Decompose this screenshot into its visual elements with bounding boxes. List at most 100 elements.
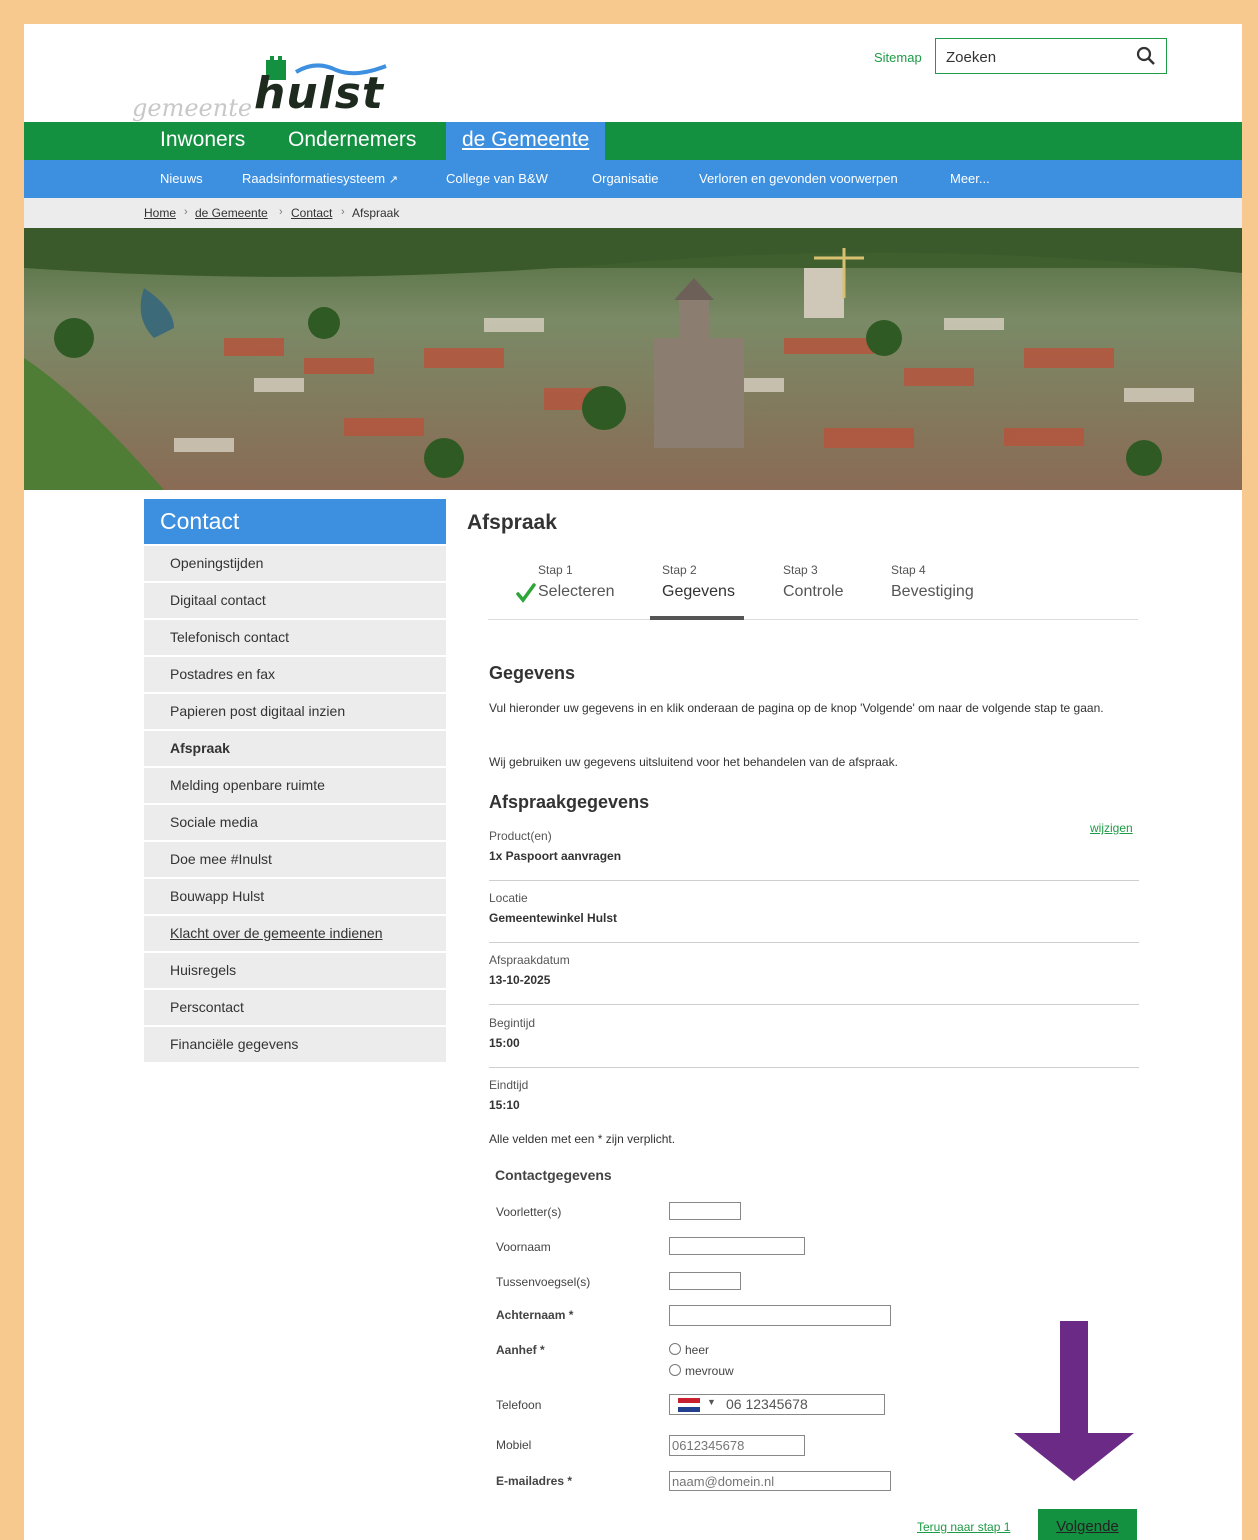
subnav-organisatie[interactable]: Organisatie — [592, 160, 658, 198]
breadcrumb-separator: › — [184, 206, 188, 218]
breadcrumb-home[interactable]: Home — [144, 206, 176, 220]
checkmark-icon — [516, 583, 536, 608]
flag-nl-icon[interactable] — [678, 1398, 700, 1412]
arrow-down-icon — [1014, 1321, 1134, 1481]
field-label: Product(en) — [489, 829, 552, 843]
breadcrumb-contact[interactable]: Contact — [291, 206, 332, 220]
page-title: Afspraak — [467, 511, 557, 534]
telefoon-placeholder: 06 12345678 — [726, 1396, 808, 1412]
nav-inwoners[interactable]: Inwoners — [160, 122, 245, 160]
sidebar-item-afspraak[interactable]: Afspraak — [144, 731, 446, 766]
nav-de-gemeente[interactable]: de Gemeente — [446, 122, 606, 160]
sitemap-link[interactable]: Sitemap — [874, 50, 922, 65]
field-end-time: Eindtijd 15:10 — [489, 1078, 1139, 1112]
field-location: Locatie Gemeentewinkel Hulst — [489, 891, 1139, 943]
divider — [489, 880, 1139, 881]
achternaam-input[interactable] — [669, 1305, 891, 1326]
external-link-icon: ↗ — [388, 174, 398, 186]
step-indicator: Stap 1 Selecteren Stap 2 Gegevens Stap 3… — [488, 563, 1138, 620]
voornaam-input[interactable] — [669, 1237, 805, 1255]
step-2: Stap 2 Gegevens — [662, 563, 735, 601]
sidebar: Contact Openingstijden Digitaal contact … — [144, 499, 446, 1062]
sidebar-item-telefonisch-contact[interactable]: Telefonisch contact — [144, 620, 446, 655]
appointment-title: Afspraakgegevens — [489, 792, 650, 812]
tussenvoegsel-input[interactable] — [669, 1272, 741, 1290]
aanhef-option-mevrouw[interactable]: mevrouw — [669, 1364, 734, 1378]
breadcrumb: Home › de Gemeente › Contact › Afspraak — [24, 198, 1242, 228]
logo-name: hulst — [254, 68, 384, 119]
sidebar-item-perscontact[interactable]: Perscontact — [144, 990, 446, 1025]
step-1-number: Stap 1 — [538, 563, 573, 577]
step-1[interactable]: Stap 1 Selecteren — [516, 563, 615, 603]
mobiel-input[interactable] — [669, 1435, 805, 1456]
step-3-label: Controle — [783, 583, 844, 600]
sidebar-item-papieren-post[interactable]: Papieren post digitaal inzien — [144, 694, 446, 729]
field-label: Afspraakdatum — [489, 953, 570, 967]
sidebar-item-bouwapp[interactable]: Bouwapp Hulst — [144, 879, 446, 914]
sidebar-item-postadres[interactable]: Postadres en fax — [144, 657, 446, 692]
sidebar-item-klacht[interactable]: Klacht over de gemeente indienen — [144, 916, 446, 951]
field-value: 15:10 — [489, 1098, 520, 1112]
field-value: 13-10-2025 — [489, 973, 551, 987]
divider — [489, 1067, 1139, 1068]
subnav-nieuws[interactable]: Nieuws — [160, 160, 203, 198]
subnav-meer[interactable]: Meer... — [950, 160, 990, 198]
sidebar-item-melding[interactable]: Melding openbare ruimte — [144, 768, 446, 803]
divider — [489, 1004, 1139, 1005]
subnav-college[interactable]: College van B&W — [446, 160, 548, 198]
tussenvoegsel-label: Tussenvoegsel(s) — [496, 1275, 591, 1289]
search-icon[interactable] — [1136, 46, 1156, 71]
step-1-label: Selecteren — [538, 583, 615, 600]
banner-image — [24, 228, 1242, 490]
field-label: Locatie — [489, 891, 528, 905]
logo[interactable]: gemeente hulst — [132, 52, 392, 122]
step-4-label: Bevestiging — [891, 583, 974, 600]
step-4-number: Stap 4 — [891, 563, 926, 577]
privacy-text: Wij gebruiken uw gegevens uitsluitend vo… — [489, 755, 898, 769]
sidebar-item-doe-mee[interactable]: Doe mee #Inulst — [144, 842, 446, 877]
achternaam-label: Achternaam * — [496, 1308, 574, 1322]
sidebar-item-openingstijden[interactable]: Openingstijden — [144, 546, 446, 581]
search-input[interactable] — [944, 48, 1128, 67]
sub-nav: Nieuws Raadsinformatiesysteem ↗ College … — [24, 160, 1242, 198]
sidebar-item-sociale-media[interactable]: Sociale media — [144, 805, 446, 840]
back-link[interactable]: Terug naar stap 1 — [917, 1520, 1010, 1534]
required-note: Alle velden met een * zijn verplicht. — [489, 1132, 676, 1146]
step-3: Stap 3 Controle — [783, 563, 843, 601]
radio-label: mevrouw — [685, 1364, 734, 1378]
main-nav: Inwoners Ondernemers de Gemeente — [24, 122, 1242, 160]
active-step-indicator — [650, 616, 744, 620]
voornaam-label: Voornaam — [496, 1240, 551, 1254]
field-products: Product(en) 1x Paspoort aanvragen — [489, 829, 1139, 881]
subnav-raadsinformatiesysteem[interactable]: Raadsinformatiesysteem ↗ — [242, 160, 398, 199]
step-4: Stap 4 Bevestiging — [891, 563, 974, 601]
sidebar-item-huisregels[interactable]: Huisregels — [144, 953, 446, 988]
breadcrumb-de-gemeente[interactable]: de Gemeente — [195, 206, 268, 220]
contact-title: Contactgegevens — [495, 1167, 612, 1183]
telefoon-input[interactable]: ▼ 06 12345678 — [669, 1394, 885, 1415]
field-date: Afspraakdatum 13-10-2025 — [489, 953, 1139, 1005]
field-value: 15:00 — [489, 1036, 520, 1050]
sidebar-item-digitaal-contact[interactable]: Digitaal contact — [144, 583, 446, 618]
aanhef-label: Aanhef * — [496, 1343, 545, 1357]
field-start-time: Begintijd 15:00 — [489, 1016, 1139, 1068]
radio-icon — [669, 1364, 681, 1376]
radio-label: heer — [685, 1343, 710, 1357]
sidebar-item-financiele-gegevens[interactable]: Financiële gegevens — [144, 1027, 446, 1062]
breadcrumb-current: Afspraak — [352, 206, 400, 220]
next-button[interactable]: Volgende — [1038, 1509, 1137, 1540]
nav-ondernemers[interactable]: Ondernemers — [288, 122, 416, 160]
voorletters-input[interactable] — [669, 1202, 741, 1220]
subnav-raadsinformatiesysteem-label: Raadsinformatiesysteem — [242, 171, 386, 186]
telefoon-label: Telefoon — [496, 1398, 542, 1412]
logo-prefix: gemeente — [132, 94, 253, 122]
aanhef-option-heer[interactable]: heer — [669, 1343, 709, 1357]
field-value: Gemeentewinkel Hulst — [489, 911, 618, 925]
sidebar-title: Contact — [144, 499, 446, 544]
search-box — [935, 38, 1167, 74]
email-input[interactable] — [669, 1471, 891, 1491]
chevron-down-icon[interactable]: ▼ — [707, 1397, 716, 1407]
subnav-verloren-gevonden[interactable]: Verloren en gevonden voorwerpen — [699, 160, 898, 198]
radio-icon — [669, 1343, 681, 1355]
step-2-number: Stap 2 — [662, 563, 697, 577]
